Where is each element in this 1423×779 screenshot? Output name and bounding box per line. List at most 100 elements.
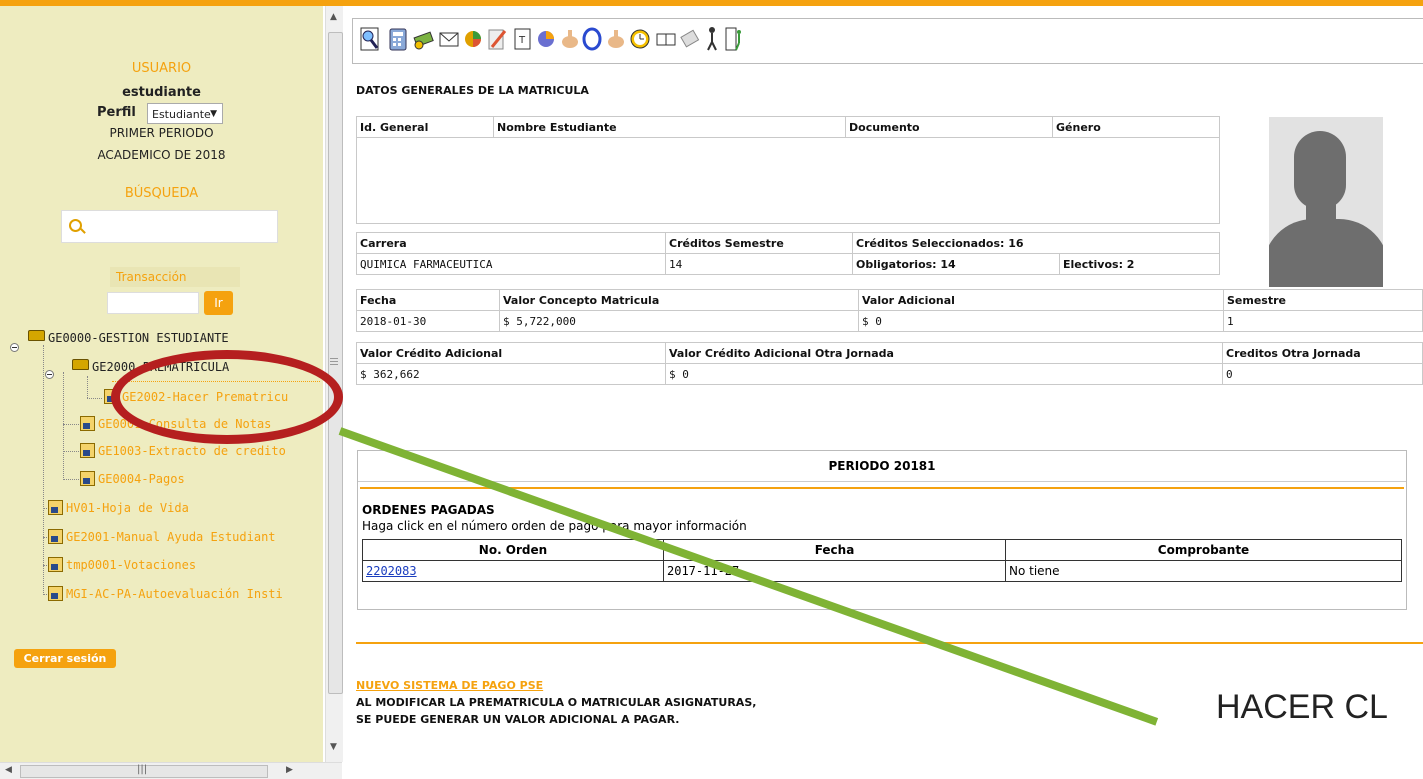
search-input[interactable] bbox=[61, 210, 278, 243]
scroll-right-icon[interactable]: ▶ bbox=[286, 765, 293, 775]
header-nombre: Nombre Estudiante bbox=[493, 116, 846, 138]
general-data-title: DATOS GENERALES DE LA MATRICULA bbox=[356, 84, 589, 97]
creditos-otra-jornada-value: 0 bbox=[1222, 363, 1423, 385]
page-icon bbox=[48, 529, 63, 544]
zero-icon[interactable] bbox=[581, 25, 603, 53]
order-number-link[interactable]: 2202083 bbox=[362, 560, 664, 582]
divider bbox=[356, 642, 1423, 644]
exit-icon[interactable] bbox=[723, 25, 745, 53]
valor-adicional-value: $ 0 bbox=[858, 310, 1224, 332]
orders-title: ORDENES PAGADAS bbox=[362, 503, 495, 517]
carrera-value: QUIMICA FARMACEUTICA bbox=[356, 253, 666, 275]
scroll-thumb[interactable] bbox=[328, 32, 343, 694]
tree-item-hoja-vida[interactable]: HV01-Hoja de Vida bbox=[48, 500, 189, 518]
order-comprobante: No tiene bbox=[1005, 560, 1402, 582]
chevron-down-icon: ▼ bbox=[210, 109, 217, 119]
page-icon bbox=[48, 586, 63, 601]
hand-icon[interactable] bbox=[559, 25, 581, 53]
avatar-silhouette bbox=[1269, 219, 1383, 287]
student-info-empty bbox=[356, 137, 1220, 224]
tree-connector bbox=[63, 451, 79, 452]
logout-button[interactable]: Cerrar sesión bbox=[14, 649, 116, 668]
runner-icon[interactable] bbox=[701, 25, 723, 53]
pencil-icon[interactable] bbox=[486, 25, 508, 53]
note-line-2: SE PUEDE GENERAR UN VALOR ADICIONAL A PA… bbox=[356, 713, 680, 726]
tree-label: GE2001-Manual Ayuda Estudiant bbox=[66, 530, 276, 544]
tree-connector bbox=[87, 376, 88, 398]
tree-label: GE0000-GESTION ESTUDIANTE bbox=[48, 331, 229, 345]
period-line-1: PRIMER PERIODO bbox=[109, 126, 214, 140]
perfil-label: Perfil bbox=[97, 105, 136, 120]
tree-label: MGI-AC-PA-Autoevaluación Insti bbox=[66, 587, 283, 601]
scroll-down-icon[interactable]: ▼ bbox=[330, 742, 337, 752]
periodo-title: PERIODO 20181 bbox=[358, 451, 1406, 482]
page-icon bbox=[80, 416, 95, 431]
username: estudiante bbox=[122, 85, 201, 100]
tree-connector bbox=[63, 372, 64, 480]
calculator-icon[interactable] bbox=[387, 25, 409, 53]
avatar-head bbox=[1294, 131, 1346, 209]
scroll-up-icon[interactable]: ▲ bbox=[330, 12, 337, 22]
tree-item-extracto-credito[interactable]: GE1003-Extracto de credito bbox=[80, 443, 286, 461]
tree-label: GE0004-Pagos bbox=[98, 472, 185, 486]
header-no-orden: No. Orden bbox=[362, 539, 664, 561]
tree-item-gestion-estudiante[interactable]: GE0000-GESTION ESTUDIANTE bbox=[28, 330, 229, 345]
busqueda-heading: BÚSQUEDA bbox=[124, 186, 199, 201]
folder-icon bbox=[72, 359, 89, 370]
perfil-select[interactable]: Estudiante ▼ bbox=[147, 103, 223, 124]
general-data-table-2: Carrera Créditos Semestre Créditos Selecci… bbox=[356, 232, 1220, 275]
table-row: 2202083 2017-11-27 No tiene bbox=[362, 560, 1402, 582]
collapse-icon[interactable] bbox=[45, 370, 54, 379]
valor-credito-otra-jornada-value: $ 0 bbox=[665, 363, 1223, 385]
tree-label: HV01-Hoja de Vida bbox=[66, 501, 189, 515]
mail-icon[interactable] bbox=[438, 25, 460, 53]
page-icon bbox=[80, 471, 95, 486]
tree-label: GE1003-Extracto de credito bbox=[98, 444, 286, 458]
valor-credito-adicional-value: $ 362,662 bbox=[356, 363, 666, 385]
header-creditos-seleccionados: Créditos Seleccionados: 16 bbox=[852, 232, 1220, 254]
hand-icon[interactable] bbox=[605, 25, 627, 53]
horizontal-scrollbar[interactable]: ◀ ||| ▶ bbox=[0, 762, 342, 779]
header-semestre: Semestre bbox=[1223, 289, 1423, 311]
tag-icon[interactable] bbox=[679, 25, 701, 53]
order-number[interactable]: 2202083 bbox=[366, 564, 417, 578]
semestre-value: 1 bbox=[1223, 310, 1423, 332]
tree-item-pagos[interactable]: GE0004-Pagos bbox=[80, 471, 185, 489]
folder-icon bbox=[28, 330, 45, 341]
ir-button[interactable]: Ir bbox=[204, 291, 233, 315]
tree-item-consulta-notas[interactable]: GE0001-Consulta de Notas bbox=[80, 416, 271, 434]
general-data-table-3: Fecha Valor Concepto Matricula Valor Adici… bbox=[356, 289, 1423, 332]
money-icon[interactable] bbox=[413, 25, 435, 53]
header-fecha: Fecha bbox=[663, 539, 1006, 561]
header-comprobante: Comprobante bbox=[1005, 539, 1402, 561]
scroll-left-icon[interactable]: ◀ bbox=[5, 765, 12, 775]
book-icon[interactable] bbox=[655, 25, 677, 53]
header-valor-concepto: Valor Concepto Matricula bbox=[499, 289, 859, 311]
tree-item-votaciones[interactable]: tmp0001-Votaciones bbox=[48, 557, 196, 575]
search-doc-icon[interactable] bbox=[359, 25, 381, 53]
page-icon bbox=[48, 557, 63, 572]
header-id-general: Id. General bbox=[356, 116, 494, 138]
tree-item-prematricula[interactable]: GE2000-PREMATRICULA bbox=[72, 359, 229, 374]
pie-chart-icon[interactable] bbox=[462, 25, 484, 53]
text-doc-icon[interactable]: T bbox=[512, 25, 534, 53]
tree-connector bbox=[63, 424, 79, 425]
pse-link[interactable]: NUEVO SISTEMA DE PAGO PSE bbox=[356, 679, 543, 692]
clock-icon[interactable] bbox=[629, 25, 651, 53]
tree-item-manual-ayuda[interactable]: GE2001-Manual Ayuda Estudiant bbox=[48, 529, 276, 547]
valor-concepto-value: $ 5,722,000 bbox=[499, 310, 859, 332]
general-data-table-4: Valor Crédito Adicional Valor Crédito Adi… bbox=[356, 342, 1423, 385]
note-line-1: AL MODIFICAR LA PREMATRICULA O MATRICULA… bbox=[356, 696, 757, 709]
transaccion-input[interactable] bbox=[107, 292, 199, 314]
periodo-panel: PERIODO 20181 ORDENES PAGADAS Haga click… bbox=[357, 450, 1407, 610]
search-icon bbox=[69, 219, 82, 232]
obligatorios-value: Obligatorios: 14 bbox=[852, 253, 1060, 275]
tree-connector bbox=[87, 398, 102, 399]
tree-item-autoevaluacion[interactable]: MGI-AC-PA-Autoevaluación Insti bbox=[48, 586, 283, 604]
toolbar: T bbox=[352, 18, 1423, 64]
header-valor-credito-otra-jornada: Valor Crédito Adicional Otra Jornada bbox=[665, 342, 1223, 364]
annotation-text: HACER CL bbox=[1216, 688, 1388, 726]
chart-icon[interactable] bbox=[535, 25, 557, 53]
collapse-icon[interactable] bbox=[10, 343, 19, 352]
header-valor-adicional: Valor Adicional bbox=[858, 289, 1224, 311]
